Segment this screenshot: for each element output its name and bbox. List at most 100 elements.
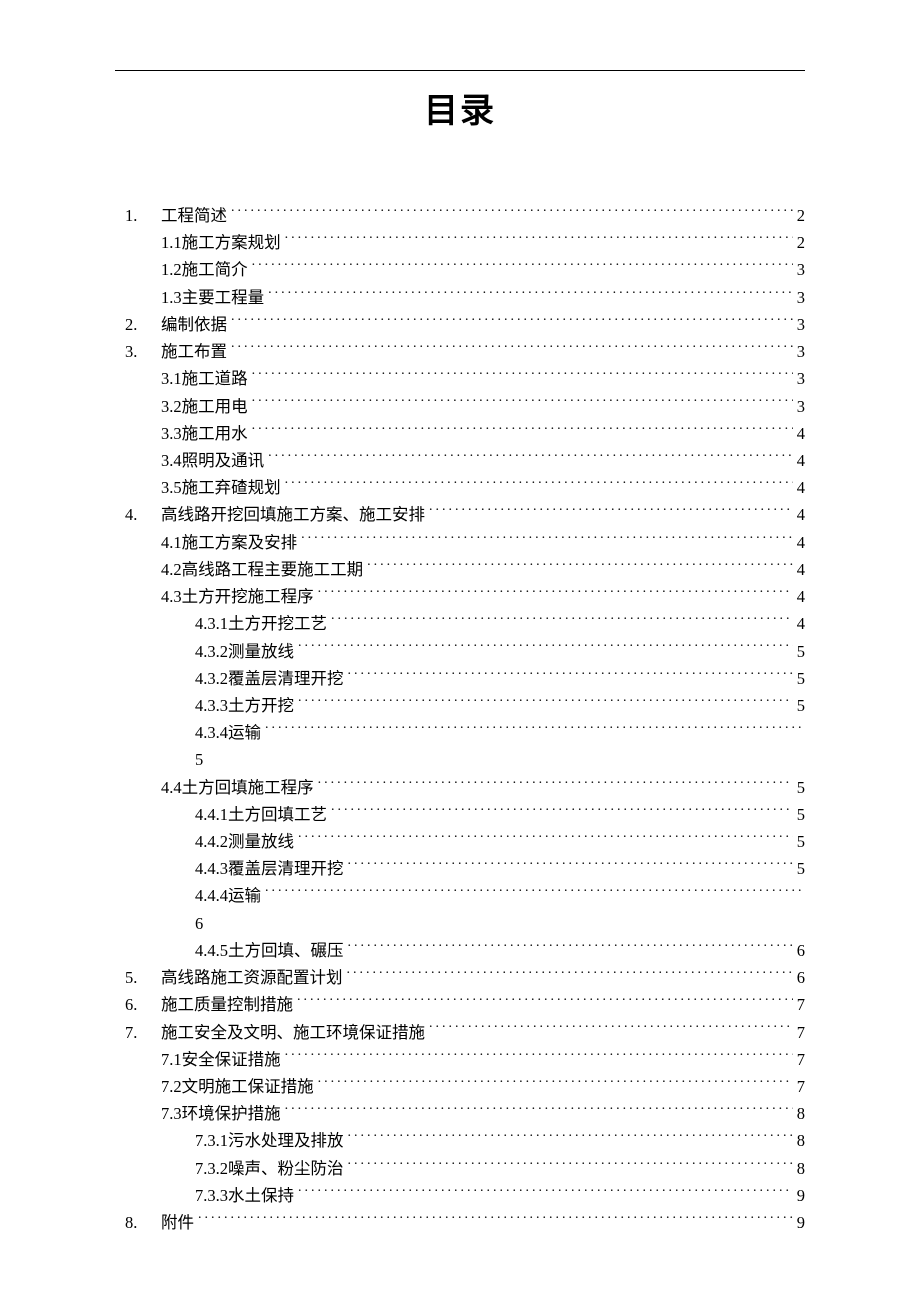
toc-entry-text: 施工用电 bbox=[182, 393, 248, 420]
toc-entry-number: 7. bbox=[125, 1019, 161, 1046]
toc-entry-page: 5 bbox=[793, 801, 805, 828]
toc-entry-text: 高线路施工资源配置计划 bbox=[161, 964, 343, 991]
toc-entry-page-wrap: 6 bbox=[115, 910, 805, 937]
toc-leader bbox=[252, 422, 793, 439]
toc-entry-page: 8 bbox=[793, 1155, 805, 1182]
toc-leader bbox=[252, 395, 793, 412]
toc-entry: 2.编制依据3 bbox=[115, 311, 805, 338]
toc-leader bbox=[331, 803, 793, 820]
toc-entry-text: 污水处理及排放 bbox=[228, 1127, 344, 1154]
toc-entry-page: 3 bbox=[793, 338, 805, 365]
toc-entry: 4.1 施工方案及安排4 bbox=[115, 529, 805, 556]
toc-entry: 4.3 土方开挖施工程序 4 bbox=[115, 583, 805, 610]
toc-entry-page: 5 bbox=[793, 855, 805, 882]
toc-entry: 3.1 施工道路 3 bbox=[115, 365, 805, 392]
toc-entry: 7.2 文明施工保证措施 7 bbox=[115, 1073, 805, 1100]
toc-leader bbox=[252, 259, 793, 276]
toc-entry: 4.3.2 覆盖层清理开挖 5 bbox=[115, 665, 805, 692]
toc-leader bbox=[331, 613, 793, 630]
toc-leader bbox=[268, 449, 793, 466]
toc-entry-page: 6 bbox=[195, 914, 203, 933]
toc-entry-page: 5 bbox=[793, 828, 805, 855]
toc-entry-number: 4.3.3 bbox=[195, 692, 228, 719]
toc-leader bbox=[348, 1157, 793, 1174]
toc-entry-text: 测量放线 bbox=[228, 638, 294, 665]
toc-entry-text: 安全保证措施 bbox=[182, 1046, 281, 1073]
toc-entry-page: 8 bbox=[793, 1100, 805, 1127]
toc-leader bbox=[318, 586, 793, 603]
toc-entry-page: 2 bbox=[793, 202, 805, 229]
toc-entry: 3.5 施工弃碴规划4 bbox=[115, 474, 805, 501]
toc-entry: 7.1 安全保证措施 7 bbox=[115, 1046, 805, 1073]
toc-entry-text: 噪声、粉尘防治 bbox=[228, 1155, 344, 1182]
toc-entry-number: 7.1 bbox=[161, 1046, 182, 1073]
toc-entry-page: 4 bbox=[793, 556, 805, 583]
toc-entry-text: 施工安全及文明、施工环境保证措施 bbox=[161, 1019, 425, 1046]
toc-entry-page: 3 bbox=[793, 256, 805, 283]
toc-entry-text: 文明施工保证措施 bbox=[182, 1073, 314, 1100]
toc-entry-number: 4.3.2 bbox=[195, 638, 228, 665]
toc-entry-page: 4 bbox=[793, 420, 805, 447]
toc-entry: 4.4.2 测量放线 5 bbox=[115, 828, 805, 855]
toc-entry-number: 7.2 bbox=[161, 1073, 182, 1100]
toc-entry: 3.3 施工用水 4 bbox=[115, 420, 805, 447]
toc-entry-page: 2 bbox=[793, 229, 805, 256]
toc-entry: 4.4.3 覆盖层清理开挖 5 bbox=[115, 855, 805, 882]
toc-leader bbox=[252, 368, 793, 385]
toc-entry-text: 施工弃碴规划 bbox=[182, 474, 281, 501]
toc-entry: 7.施工安全及文明、施工环境保证措施 7 bbox=[115, 1019, 805, 1046]
toc-entry-page: 7 bbox=[793, 1046, 805, 1073]
toc-leader bbox=[285, 477, 793, 494]
toc-entry: 3.4 照明及通讯4 bbox=[115, 447, 805, 474]
toc-leader bbox=[297, 994, 793, 1011]
toc-entry-number: 3.1 bbox=[161, 365, 182, 392]
toc-entry-number: 3. bbox=[125, 338, 161, 365]
toc-leader bbox=[285, 232, 793, 249]
toc-entry: 4.3.4 运输 bbox=[115, 719, 805, 746]
toc-entry-number: 4.4.5 bbox=[195, 937, 228, 964]
toc-leader bbox=[198, 1212, 793, 1229]
toc-entry: 7.3.3 水土保持 9 bbox=[115, 1182, 805, 1209]
toc-entry-text: 土方开挖 bbox=[228, 692, 294, 719]
toc-entry-text: 施工用水 bbox=[182, 420, 248, 447]
toc-entry: 7.3.1 污水处理及排放 8 bbox=[115, 1127, 805, 1154]
toc-entry-number: 1.1 bbox=[161, 229, 182, 256]
toc-entry: 4.4.1 土方回填工艺 5 bbox=[115, 801, 805, 828]
toc-entry-number: 7.3.1 bbox=[195, 1127, 228, 1154]
toc-entry-page: 8 bbox=[793, 1127, 805, 1154]
toc-entry-page: 7 bbox=[793, 1019, 805, 1046]
toc-leader bbox=[231, 313, 793, 330]
toc-entry: 4.3.1 土方开挖工艺 4 bbox=[115, 610, 805, 637]
toc-leader bbox=[429, 1021, 793, 1038]
toc-entry-page: 6 bbox=[793, 937, 805, 964]
toc-leader bbox=[348, 939, 793, 956]
toc-leader bbox=[318, 1076, 793, 1093]
toc-entry-page: 3 bbox=[793, 393, 805, 420]
toc-entry-text: 土方开挖工艺 bbox=[228, 610, 327, 637]
toc-entry-number: 4.4.4 bbox=[195, 882, 228, 909]
toc-leader bbox=[268, 286, 793, 303]
toc-entry-text: 土方回填、碾压 bbox=[228, 937, 344, 964]
toc-entry-number: 5. bbox=[125, 964, 161, 991]
toc-leader bbox=[298, 1184, 793, 1201]
toc-entry-page: 7 bbox=[793, 991, 805, 1018]
toc-entry-text: 测量放线 bbox=[228, 828, 294, 855]
toc-entry-page: 3 bbox=[793, 284, 805, 311]
toc-entry-text: 土方开挖施工程序 bbox=[182, 583, 314, 610]
toc-entry-text: 照明及通讯 bbox=[182, 447, 265, 474]
toc-entry: 1.3 主要工程量3 bbox=[115, 284, 805, 311]
toc-entry-number: 2. bbox=[125, 311, 161, 338]
toc-entry-page: 4 bbox=[793, 501, 805, 528]
toc-entry-number: 4.4.2 bbox=[195, 828, 228, 855]
toc-leader bbox=[265, 722, 805, 739]
toc-entry: 8.附件9 bbox=[115, 1209, 805, 1236]
toc-entry-number: 1.2 bbox=[161, 256, 182, 283]
toc-entry: 7.3 环境保护措施8 bbox=[115, 1100, 805, 1127]
toc-entry: 4.2 高线路工程主要施工工期4 bbox=[115, 556, 805, 583]
toc-entry-text: 施工布置 bbox=[161, 338, 227, 365]
toc-entry: 3.施工布置 3 bbox=[115, 338, 805, 365]
toc-entry-text: 覆盖层清理开挖 bbox=[228, 665, 344, 692]
toc-entry-number: 4.3.1 bbox=[195, 610, 228, 637]
toc-entry-page: 6 bbox=[793, 964, 805, 991]
toc-entry-number: 4.4 bbox=[161, 774, 182, 801]
